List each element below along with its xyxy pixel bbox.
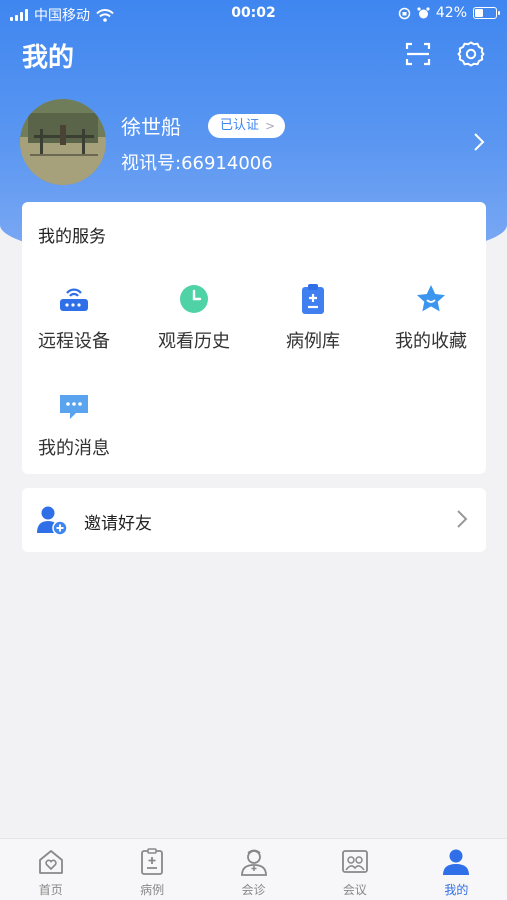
- tab-meetings[interactable]: 会议: [304, 839, 405, 900]
- service-watch-history[interactable]: 观看历史: [136, 282, 252, 353]
- service-case-library[interactable]: 病例库: [255, 282, 371, 353]
- page-title: 我的: [22, 43, 75, 73]
- service-label: 病例库: [286, 331, 340, 352]
- tab-consultation[interactable]: 会诊: [203, 839, 304, 900]
- avatar[interactable]: [20, 99, 106, 185]
- battery-percent: 42%: [435, 5, 467, 21]
- tab-label: 会诊: [241, 883, 266, 897]
- chevron-right-icon: >: [264, 119, 276, 133]
- verified-label: 已认证: [220, 118, 260, 133]
- add-user-icon: [37, 506, 68, 536]
- username: 徐世船: [121, 115, 181, 139]
- verified-badge[interactable]: 已认证 >: [208, 114, 286, 138]
- service-messages[interactable]: 我的消息: [16, 389, 132, 460]
- chevron-right-icon[interactable]: [472, 131, 486, 153]
- services-card: 我的服务 远程设备 观看历史 病例库 我的收藏 我的消息: [22, 202, 486, 474]
- service-favorites[interactable]: 我的收藏: [373, 282, 489, 353]
- clipboard-icon: [302, 284, 324, 314]
- tab-label: 首页: [38, 883, 63, 897]
- status-bar: 中国移动 00:02 42%: [0, 0, 507, 28]
- message-icon: [60, 395, 88, 419]
- chevron-right-icon: [457, 510, 468, 528]
- tab-label: 病例: [140, 883, 165, 897]
- service-label: 我的消息: [38, 438, 110, 459]
- rotation-lock-icon: [398, 7, 411, 19]
- doctor-icon: [240, 849, 267, 876]
- battery-icon: [473, 7, 500, 19]
- tab-label: 我的: [444, 883, 469, 897]
- gear-icon[interactable]: [457, 40, 485, 68]
- remote-device-icon: [60, 288, 88, 311]
- tab-cases[interactable]: 病例: [101, 839, 202, 900]
- service-remote-device[interactable]: 远程设备: [16, 282, 132, 353]
- person-icon: [443, 849, 470, 875]
- invite-friends-row[interactable]: 邀请好友: [22, 488, 486, 552]
- account-id: 视讯号:66914006: [121, 153, 273, 174]
- clock-icon: [180, 285, 208, 313]
- tab-bar: 首页 病例 会诊 会议 我的: [0, 838, 507, 900]
- tab-label: 会议: [342, 883, 367, 897]
- service-label: 观看历史: [158, 331, 230, 352]
- scan-icon[interactable]: [404, 40, 432, 68]
- service-label: 我的收藏: [395, 331, 467, 352]
- tab-mine[interactable]: 我的: [406, 839, 507, 900]
- tab-home[interactable]: 首页: [0, 839, 101, 900]
- meeting-icon: [342, 850, 368, 873]
- case-icon: [141, 848, 164, 875]
- profile-row[interactable]: 徐世船 已认证 > 视讯号:66914006: [20, 99, 490, 185]
- alarm-icon: [417, 6, 430, 18]
- services-title: 我的服务: [38, 227, 106, 247]
- home-icon: [38, 850, 63, 874]
- star-icon: [417, 285, 445, 312]
- invite-label: 邀请好友: [84, 514, 152, 534]
- service-label: 远程设备: [38, 331, 110, 352]
